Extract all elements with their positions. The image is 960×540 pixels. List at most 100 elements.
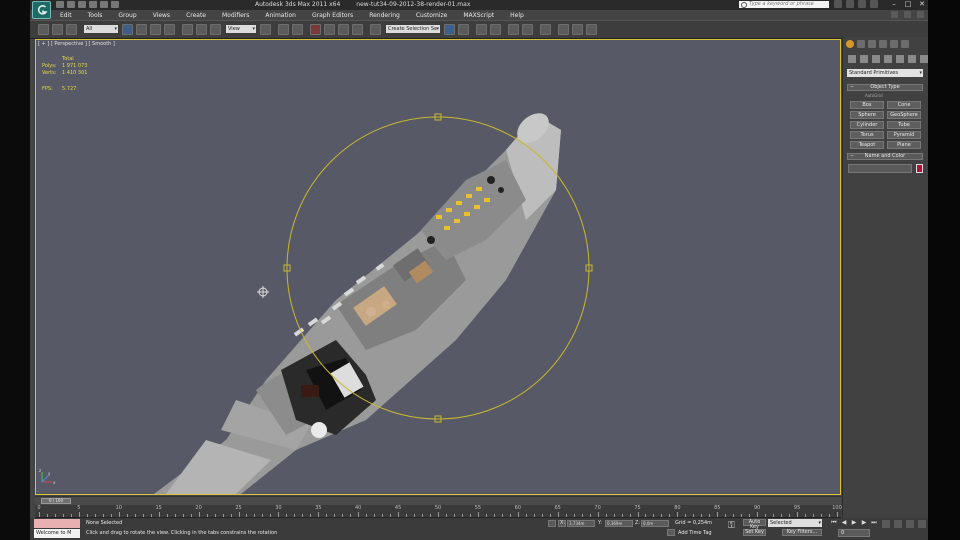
close-button[interactable]: ✕ xyxy=(918,0,926,8)
rendered-frame-window-icon[interactable] xyxy=(572,24,583,35)
cone-button[interactable]: Cone xyxy=(887,101,921,109)
zoom-icon[interactable] xyxy=(882,520,890,528)
menu-edit[interactable]: Edit xyxy=(52,12,80,19)
menu-maxscript[interactable]: MAXScript xyxy=(455,12,502,19)
object-name-input[interactable] xyxy=(848,164,912,173)
menu-rendering[interactable]: Rendering xyxy=(361,12,408,19)
percent-snap-icon[interactable] xyxy=(338,24,349,35)
render-production-icon[interactable] xyxy=(586,24,597,35)
save-file-icon[interactable] xyxy=(78,1,86,8)
spinner-snap-icon[interactable] xyxy=(352,24,363,35)
zoom-all-icon[interactable] xyxy=(894,520,902,528)
auto-key-button[interactable]: Auto Key xyxy=(743,519,766,530)
track-bar[interactable]: 0 5 10 15 20 25 30 35 40 45 50 55 60 65 70 75 80 85 90 95 10… xyxy=(35,505,842,518)
schematic-view-icon[interactable] xyxy=(522,24,533,35)
primitive-category-dropdown[interactable]: Standard Primitives xyxy=(847,69,923,77)
systems-icon[interactable] xyxy=(920,55,928,63)
curve-editor-icon[interactable] xyxy=(508,24,519,35)
y-coord-field[interactable]: 0,369m xyxy=(605,520,633,527)
perspective-viewport[interactable]: [ + ] [ Perspective ] [ Smooth ] Total P… xyxy=(35,39,841,495)
object-color-swatch[interactable] xyxy=(916,164,923,173)
rotate-icon[interactable] xyxy=(196,24,207,35)
cameras-icon[interactable] xyxy=(884,55,892,63)
z-coord-field[interactable]: 0,0m xyxy=(641,520,669,527)
box-button[interactable]: Box xyxy=(850,101,884,109)
menu-graph-editors[interactable]: Graph Editors xyxy=(304,12,361,19)
menu-group[interactable]: Group xyxy=(110,12,144,19)
menu-tools[interactable]: Tools xyxy=(80,12,111,19)
application-button[interactable] xyxy=(32,1,51,19)
menu-help[interactable]: Help xyxy=(502,12,532,19)
angle-snap-icon[interactable] xyxy=(324,24,335,35)
doc-close-button[interactable] xyxy=(917,11,924,18)
redo-icon[interactable] xyxy=(100,1,108,8)
keyboard-shortcut-icon[interactable] xyxy=(292,24,303,35)
helpers-icon[interactable] xyxy=(896,55,904,63)
x-coord-field[interactable]: 1,734m xyxy=(567,520,595,527)
lock-selection-icon[interactable] xyxy=(548,520,556,527)
scene-model[interactable] xyxy=(36,40,840,494)
key-icon[interactable]: ⚿ xyxy=(728,522,740,531)
name-color-rollout[interactable]: Name and Color xyxy=(847,153,923,160)
edit-named-selection-icon[interactable] xyxy=(370,24,381,35)
key-mode-dropdown[interactable]: Selected xyxy=(768,519,822,527)
maxscript-listener[interactable] xyxy=(34,519,80,528)
geometry-icon[interactable] xyxy=(848,55,856,63)
binoculars-icon[interactable] xyxy=(834,0,842,8)
geosphere-button[interactable]: GeoSphere xyxy=(887,111,921,119)
teapot-button[interactable]: Teapot xyxy=(850,141,884,149)
search-input[interactable]: Type a keyword or phrase xyxy=(739,1,829,8)
set-key-button[interactable]: Set Key xyxy=(743,529,766,536)
shapes-icon[interactable] xyxy=(860,55,868,63)
go-to-end-icon[interactable]: ⏭ xyxy=(870,519,878,527)
utilities-tab-icon[interactable] xyxy=(901,40,909,48)
next-frame-icon[interactable]: ▶ xyxy=(860,519,868,527)
display-tab-icon[interactable] xyxy=(890,40,898,48)
undo-icon[interactable] xyxy=(89,1,97,8)
star-icon[interactable] xyxy=(858,0,866,8)
modify-tab-icon[interactable] xyxy=(857,40,865,48)
mirror-icon[interactable] xyxy=(444,24,455,35)
pyramid-button[interactable]: Pyramid xyxy=(887,131,921,139)
menu-views[interactable]: Views xyxy=(145,12,178,19)
reference-coord-dropdown[interactable]: View xyxy=(226,25,256,33)
project-folder-icon[interactable] xyxy=(111,1,119,8)
tube-button[interactable]: Tube xyxy=(887,121,921,129)
help-icon[interactable] xyxy=(870,0,878,8)
material-editor-icon[interactable] xyxy=(540,24,551,35)
layer-manager-icon[interactable] xyxy=(476,24,487,35)
go-to-start-icon[interactable]: ⏮ xyxy=(830,519,838,527)
select-object-icon[interactable] xyxy=(122,24,133,35)
window-crossing-icon[interactable] xyxy=(164,24,175,35)
menu-customize[interactable]: Customize xyxy=(408,12,456,19)
scale-icon[interactable] xyxy=(210,24,221,35)
zoom-extents-icon[interactable] xyxy=(906,520,914,528)
add-time-tag-button[interactable]: Add Time Tag xyxy=(676,529,724,537)
new-file-icon[interactable] xyxy=(56,1,64,8)
create-tab-icon[interactable] xyxy=(846,40,854,48)
maximize-button[interactable]: □ xyxy=(904,0,912,8)
graphite-ribbon-icon[interactable] xyxy=(490,24,501,35)
menu-animation[interactable]: Animation xyxy=(257,12,304,19)
cylinder-button[interactable]: Cylinder xyxy=(850,121,884,129)
menu-modifiers[interactable]: Modifiers xyxy=(214,12,257,19)
autogrid-checkbox[interactable]: AutoGrid xyxy=(865,93,883,98)
cutaway-tube-model[interactable] xyxy=(154,107,561,494)
subscription-icon[interactable] xyxy=(846,0,854,8)
maxscript-mini-listener[interactable]: Welcome to M xyxy=(34,529,80,538)
motion-tab-icon[interactable] xyxy=(879,40,887,48)
sphere-button[interactable]: Sphere xyxy=(850,111,884,119)
minimize-button[interactable]: – xyxy=(890,0,898,8)
play-icon[interactable]: ▶ xyxy=(850,519,858,527)
pivot-center-icon[interactable] xyxy=(260,24,271,35)
hierarchy-tab-icon[interactable] xyxy=(868,40,876,48)
unlink-icon[interactable] xyxy=(52,24,63,35)
key-filters-button[interactable]: Key Filters... xyxy=(782,529,822,536)
plane-button[interactable]: Plane xyxy=(887,141,921,149)
time-slider-thumb[interactable]: 0 / 100 xyxy=(41,498,71,504)
selection-filter-dropdown[interactable]: All xyxy=(84,25,118,33)
space-warps-icon[interactable] xyxy=(908,55,916,63)
time-tag-icon[interactable] xyxy=(667,529,675,536)
snaps-toggle-icon[interactable] xyxy=(310,24,321,35)
named-selection-dropdown[interactable]: Create Selection Se xyxy=(386,25,440,33)
